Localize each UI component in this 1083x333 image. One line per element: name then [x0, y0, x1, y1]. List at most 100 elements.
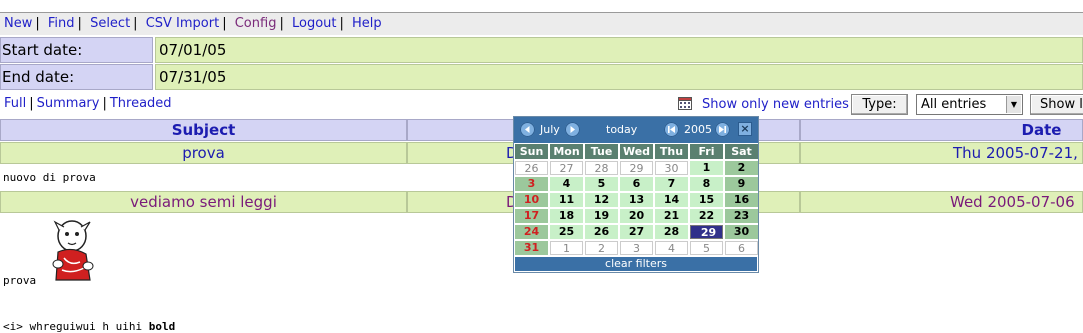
- menu-separator: |: [279, 16, 284, 31]
- calendar-day[interactable]: 4: [550, 177, 583, 191]
- calendar-day[interactable]: 17: [515, 209, 548, 223]
- calendar-day[interactable]: 3: [620, 241, 653, 255]
- calendar-day[interactable]: 29: [620, 161, 653, 175]
- calendar-day[interactable]: 25: [550, 225, 583, 239]
- row2-body: prova: [3, 274, 37, 287]
- calendar-day[interactable]: 26: [515, 161, 548, 175]
- calendar-day[interactable]: 6: [620, 177, 653, 191]
- menu-help-link[interactable]: Help: [352, 16, 382, 31]
- row1-subject[interactable]: prova: [0, 142, 407, 164]
- calendar-day[interactable]: 4: [655, 241, 688, 255]
- next-month-icon[interactable]: [565, 122, 580, 137]
- calendar-day[interactable]: 22: [690, 209, 723, 223]
- start-date-row: Start date: 07/01/05: [0, 37, 1083, 63]
- calendar-day[interactable]: 19: [585, 209, 618, 223]
- calendar-day[interactable]: 23: [725, 209, 758, 223]
- menu-separator: |: [77, 16, 82, 31]
- calendar-day[interactable]: 28: [585, 161, 618, 175]
- chevron-down-icon[interactable]: ▼: [1006, 96, 1021, 113]
- calendar-day[interactable]: 20: [620, 209, 653, 223]
- calendar-day[interactable]: 3: [515, 177, 548, 191]
- view-mode-links: Full | Summary | Threaded: [4, 97, 172, 111]
- view-threaded-link[interactable]: Threaded: [110, 96, 172, 111]
- weekday-header: Sat: [725, 144, 758, 159]
- start-date-value: 07/01/05: [155, 37, 1083, 63]
- calendar-day[interactable]: 26: [585, 225, 618, 239]
- calendar-day[interactable]: 2: [725, 161, 758, 175]
- view-separator: |: [29, 96, 34, 111]
- menu-new-link[interactable]: New: [4, 16, 32, 31]
- calendar-today-link[interactable]: today: [606, 123, 637, 137]
- view-summary-link[interactable]: Summary: [37, 96, 100, 111]
- menu-separator: |: [35, 16, 40, 31]
- calendar-day[interactable]: 14: [655, 193, 688, 207]
- weekday-header: Tue: [585, 144, 618, 159]
- calendar-day[interactable]: 21: [655, 209, 688, 223]
- calendar-day[interactable]: 30: [655, 161, 688, 175]
- row2-body-line-text: <i> whreguiwui h uihi: [3, 320, 149, 333]
- prev-month-icon[interactable]: [520, 122, 535, 137]
- menu-separator: |: [133, 16, 138, 31]
- calendar-day[interactable]: 28: [655, 225, 688, 239]
- menu-select-link[interactable]: Select: [90, 16, 130, 31]
- weekday-header: Wed: [620, 144, 653, 159]
- column-header-date[interactable]: Date: [800, 119, 1083, 141]
- view-full-link[interactable]: Full: [4, 96, 26, 111]
- row2-body-line: <i> whreguiwui h uihi bold: [3, 320, 175, 333]
- calendar-day[interactable]: 29: [690, 225, 723, 239]
- calendar-day[interactable]: 18: [550, 209, 583, 223]
- close-icon[interactable]: ×: [738, 122, 752, 136]
- calendar-header: July today 2005 ×: [514, 117, 758, 143]
- view-separator: |: [102, 96, 107, 111]
- calendar-day[interactable]: 15: [690, 193, 723, 207]
- main-menu: New | Find | Select | CSV Import | Config | L…: [0, 12, 1083, 35]
- row1-date: Thu 2005-07-21,: [800, 142, 1083, 164]
- row2-date: Wed 2005-07-06: [800, 191, 1083, 213]
- menu-separator: |: [222, 16, 227, 31]
- calendar-icon[interactable]: [678, 97, 692, 110]
- calendar-popup: July today 2005 × Sun Mon Tue Wed Thu Fri Sat 2…: [513, 116, 759, 273]
- menu-find-link[interactable]: Find: [48, 16, 75, 31]
- show-new-entries-link[interactable]: Show only new entries: [702, 97, 849, 112]
- menu-csv-import-link[interactable]: CSV Import: [146, 16, 220, 31]
- next-year-icon[interactable]: [715, 122, 730, 137]
- calendar-day[interactable]: 27: [620, 225, 653, 239]
- end-date-value: 07/31/05: [155, 64, 1083, 90]
- prev-year-icon[interactable]: [664, 122, 679, 137]
- calendar-day[interactable]: 31: [515, 241, 548, 255]
- mascot-image: [52, 220, 94, 281]
- column-header-subject[interactable]: Subject: [0, 119, 407, 141]
- calendar-day[interactable]: 24: [515, 225, 548, 239]
- clear-filters-button[interactable]: clear filters: [515, 257, 757, 271]
- calendar-day[interactable]: 5: [585, 177, 618, 191]
- type-select[interactable]: All entries ▼: [916, 94, 1023, 115]
- weekday-header: Thu: [655, 144, 688, 159]
- end-date-row: End date: 07/31/05: [0, 64, 1083, 90]
- calendar-day[interactable]: 7: [655, 177, 688, 191]
- calendar-day[interactable]: 30: [725, 225, 758, 239]
- type-button[interactable]: Type:: [851, 94, 908, 115]
- row1-body: nuovo di prova: [3, 171, 96, 184]
- calendar-day[interactable]: 1: [690, 161, 723, 175]
- calendar-day[interactable]: 5: [690, 241, 723, 255]
- calendar-day[interactable]: 16: [725, 193, 758, 207]
- calendar-day[interactable]: 1: [550, 241, 583, 255]
- calendar-day[interactable]: 2: [585, 241, 618, 255]
- calendar-day[interactable]: 27: [550, 161, 583, 175]
- start-date-label: Start date:: [0, 37, 153, 63]
- row2-subject[interactable]: vediamo semi leggi: [0, 191, 407, 213]
- calendar-month: July: [540, 123, 560, 136]
- show-last-button[interactable]: Show la: [1030, 94, 1083, 115]
- calendar-day[interactable]: 12: [585, 193, 618, 207]
- menu-logout-link[interactable]: Logout: [292, 16, 337, 31]
- end-date-label: End date:: [0, 64, 153, 90]
- top-blank-bar: [0, 0, 1083, 12]
- calendar-day[interactable]: 8: [690, 177, 723, 191]
- calendar-day[interactable]: 13: [620, 193, 653, 207]
- menu-config-link[interactable]: Config: [235, 16, 277, 31]
- calendar-day[interactable]: 11: [550, 193, 583, 207]
- row2-body-bold: bold: [148, 320, 176, 333]
- calendar-day[interactable]: 6: [725, 241, 758, 255]
- calendar-day[interactable]: 10: [515, 193, 548, 207]
- calendar-day[interactable]: 9: [725, 177, 758, 191]
